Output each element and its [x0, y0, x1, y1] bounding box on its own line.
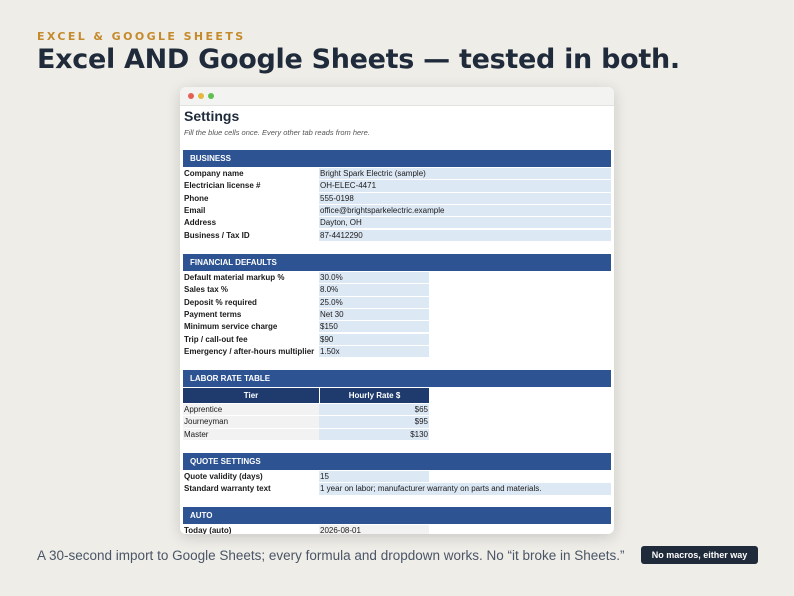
- quote-validity-cell[interactable]: 15: [319, 471, 429, 484]
- row-label: Minimum service charge: [184, 322, 278, 332]
- row-label: Phone: [184, 193, 209, 203]
- tier-cell: Apprentice: [183, 404, 319, 417]
- deposit-cell[interactable]: 25.0%: [319, 296, 429, 309]
- rate-cell[interactable]: $130: [319, 428, 429, 441]
- tier-cell: Journeyman: [183, 416, 319, 429]
- row-label: Deposit % required: [184, 297, 257, 307]
- tier-cell: Master: [183, 428, 319, 441]
- section-header-quote: QUOTE SETTINGS: [183, 453, 611, 470]
- row-label: Business / Tax ID: [184, 230, 250, 240]
- sheet-title: Settings: [184, 108, 240, 124]
- min-charge-cell[interactable]: $150: [319, 321, 429, 334]
- spreadsheet-window: Settings Fill the blue cells once. Every…: [180, 87, 614, 534]
- caption: A 30-second import to Google Sheets; eve…: [37, 548, 625, 563]
- minimize-window-icon[interactable]: [198, 93, 204, 99]
- phone-cell[interactable]: 555-0198: [319, 192, 611, 205]
- license-cell[interactable]: OH-ELEC-4471: [319, 180, 611, 193]
- email-cell[interactable]: office@brightsparkelectric.example: [319, 204, 611, 218]
- eyebrow: EXCEL & GOOGLE SHEETS: [37, 30, 246, 43]
- col-header-rate: Hourly Rate $: [319, 388, 429, 403]
- headline: Excel AND Google Sheets — tested in both…: [37, 44, 680, 75]
- rate-cell[interactable]: $95: [319, 416, 429, 429]
- payment-terms-cell[interactable]: Net 30: [319, 308, 429, 322]
- warranty-text-cell[interactable]: 1 year on labor; manufacturer warranty o…: [319, 483, 611, 496]
- close-window-icon[interactable]: [188, 93, 194, 99]
- markup-cell[interactable]: 30.0%: [319, 272, 429, 285]
- row-label: Address: [184, 218, 217, 228]
- row-label: Electrician license #: [184, 181, 261, 191]
- tax-id-cell[interactable]: 87-4412290: [319, 229, 611, 242]
- trip-fee-cell[interactable]: $90: [319, 333, 429, 346]
- section-header-business: BUSINESS: [183, 150, 611, 167]
- row-label: Default material markup %: [184, 273, 285, 282]
- section-header-financial: FINANCIAL DEFAULTS: [183, 254, 611, 271]
- company-name-cell[interactable]: Bright Spark Electric (sample): [319, 168, 611, 181]
- row-label: Trip / call-out fee: [184, 334, 248, 344]
- row-label: Standard warranty text: [184, 484, 271, 494]
- sheet-subtitle: Fill the blue cells once. Every other ta…: [184, 128, 370, 137]
- maximize-window-icon[interactable]: [208, 93, 214, 99]
- no-macros-badge: No macros, either way: [641, 546, 758, 564]
- section-header-labor: LABOR RATE TABLE: [183, 370, 611, 387]
- window-titlebar: [180, 87, 614, 106]
- today-cell: 2026-08-01: [319, 525, 429, 534]
- row-label: Payment terms: [184, 309, 242, 319]
- sales-tax-cell[interactable]: 8.0%: [319, 284, 429, 297]
- section-header-auto: AUTO: [183, 507, 611, 524]
- multiplier-cell[interactable]: 1.50x: [319, 345, 429, 359]
- row-label: Quote validity (days): [184, 472, 263, 481]
- row-label: Emergency / after-hours multiplier: [184, 346, 315, 356]
- col-header-tier: Tier: [183, 388, 319, 403]
- row-label: Today (auto): [184, 526, 232, 534]
- row-label: Sales tax %: [184, 285, 229, 295]
- rate-cell[interactable]: $65: [319, 404, 429, 417]
- row-label: Email: [184, 205, 206, 215]
- row-label: Company name: [184, 169, 244, 178]
- address-cell[interactable]: Dayton, OH: [319, 217, 611, 230]
